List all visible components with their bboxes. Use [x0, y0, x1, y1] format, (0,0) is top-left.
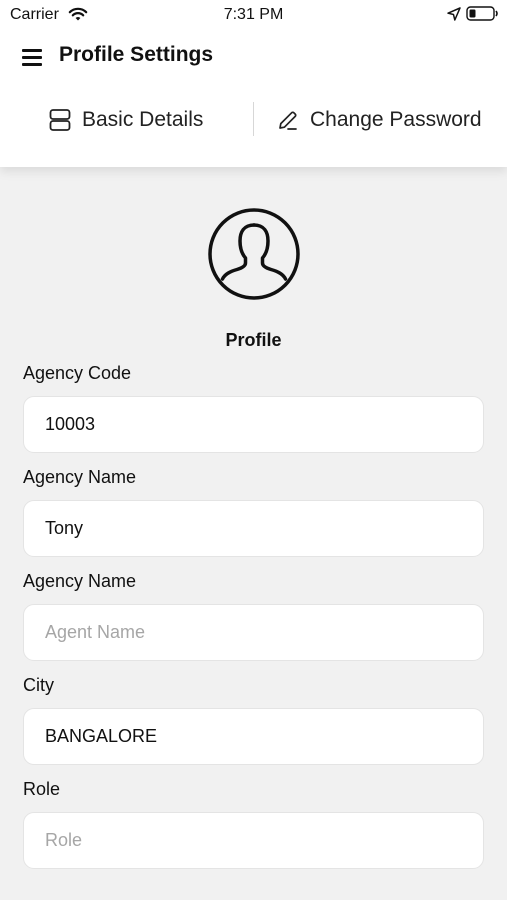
agency-name-input[interactable] [23, 500, 484, 557]
hamburger-menu-icon[interactable] [22, 49, 44, 69]
profile-form-area: Profile Agency Code Agency Name Agency N… [0, 167, 507, 900]
location-arrow-icon [447, 7, 461, 26]
tab-change-password-label: Change Password [310, 108, 482, 131]
stack-icon [48, 108, 72, 132]
agency-name-label: Agency Name [23, 467, 137, 487]
tab-basic-details-label: Basic Details [82, 108, 204, 131]
role-label: Role [23, 779, 61, 799]
page-title: Profile Settings [59, 43, 214, 66]
agency-code-label: Agency Code [23, 363, 132, 383]
tab-bar: Basic Details Change Password [0, 100, 507, 140]
city-input[interactable] [23, 708, 484, 765]
tab-basic-details[interactable]: Basic Details [48, 100, 203, 140]
tab-divider [253, 102, 254, 136]
profile-heading: Profile [225, 330, 282, 350]
app-header: Carrier 7:31 PM Profile Settings Basic D… [0, 0, 507, 167]
role-input[interactable] [23, 812, 484, 869]
user-avatar-icon[interactable] [207, 207, 301, 301]
status-time: 7:31 PM [223, 6, 284, 23]
agent-name-label: Agency Name [23, 571, 137, 591]
battery-icon [466, 6, 500, 27]
status-bar: Carrier 7:31 PM [0, 0, 507, 30]
city-label: City [23, 675, 54, 695]
agent-name-input[interactable] [23, 604, 484, 661]
tab-change-password[interactable]: Change Password [276, 100, 482, 140]
pencil-icon [276, 108, 300, 132]
agency-code-input[interactable] [23, 396, 484, 453]
